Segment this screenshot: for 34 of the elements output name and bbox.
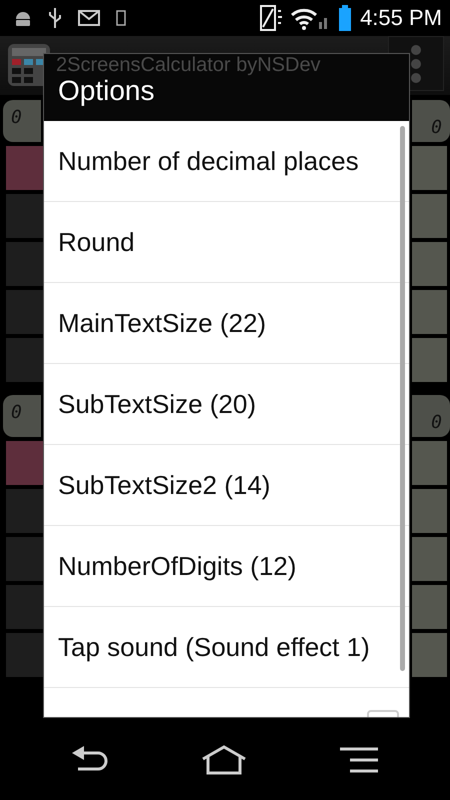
sim-card-icon [116, 10, 126, 26]
calculator-key[interactable] [6, 338, 43, 382]
calculator-key[interactable] [412, 194, 447, 238]
calculator-key[interactable] [6, 194, 43, 238]
calculator-key[interactable] [6, 537, 43, 581]
calculator-key[interactable] [6, 489, 43, 533]
calculator-key[interactable] [412, 489, 447, 533]
calculator-key[interactable] [412, 585, 447, 629]
calculator-key[interactable] [412, 441, 447, 485]
mail-icon [78, 10, 100, 26]
calculator-key[interactable] [412, 290, 447, 334]
menu-icon[interactable] [338, 747, 380, 773]
calculator-key[interactable] [6, 633, 43, 677]
home-icon[interactable] [200, 745, 248, 775]
calculator-key[interactable] [6, 290, 43, 334]
calculator-display: 0 [3, 395, 41, 437]
calculator-display: 0 [412, 100, 450, 142]
screen-rotation-icon [260, 5, 282, 31]
calculator-key[interactable] [412, 338, 447, 382]
calculator-key[interactable] [6, 146, 43, 190]
calculator-key[interactable] [6, 585, 43, 629]
overflow-icon [410, 44, 422, 84]
calculator-key[interactable] [412, 146, 447, 190]
battery-icon [338, 5, 352, 31]
calculator-key[interactable] [412, 537, 447, 581]
calculator-display: 0 [3, 100, 41, 142]
usb-icon [48, 7, 62, 29]
calculator-key[interactable] [6, 441, 43, 485]
calculator-key[interactable] [412, 633, 447, 677]
calculator-key[interactable] [6, 242, 43, 286]
clock-time: 4:55 PM [360, 7, 442, 29]
calculator-display: 0 [412, 395, 450, 437]
calculator-key[interactable] [412, 242, 447, 286]
android-icon [14, 10, 32, 26]
